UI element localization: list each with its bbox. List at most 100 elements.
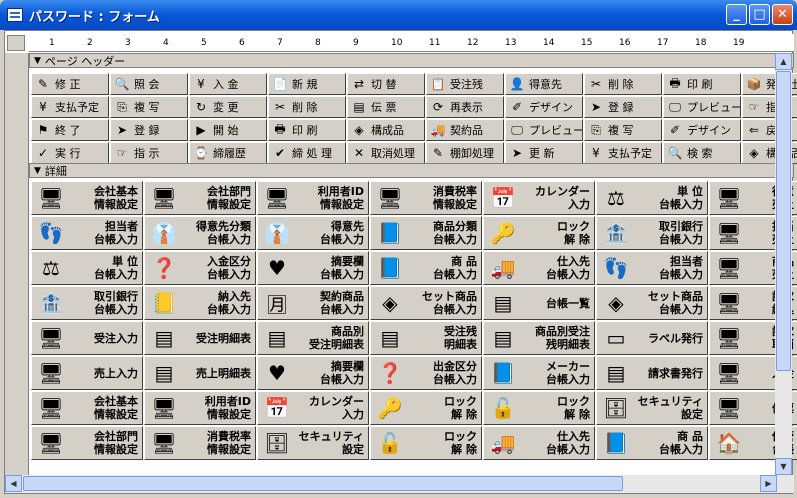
header-button[interactable]: 📋 受注残 <box>426 73 504 95</box>
menu-tile[interactable]: 🗄 セキュリティ 設定 <box>257 426 369 460</box>
menu-tile[interactable]: ▤ 売上明細表 <box>144 356 256 390</box>
menu-tile[interactable]: 📘 商品分類 台帳入力 <box>370 216 482 250</box>
menu-tile[interactable]: 🗄 セキュリティ 設定 <box>596 391 708 425</box>
menu-tile[interactable]: 📘 メーカー 台帳入力 <box>483 356 595 390</box>
menu-tile[interactable]: ▤ 請求書発行 <box>596 356 708 390</box>
header-button[interactable]: ↻ 変 更 <box>189 96 267 118</box>
menu-tile[interactable]: ♥ 摘要欄 台帳入力 <box>257 251 369 285</box>
header-button[interactable]: 🖵 プレビュー <box>505 119 583 141</box>
menu-tile[interactable]: 📒 納入先 台帳入力 <box>144 286 256 320</box>
minimize-button[interactable]: _ <box>726 4 747 25</box>
menu-tile[interactable]: 👣 担当者 台帳入力 <box>596 251 708 285</box>
menu-tile[interactable]: ⚖ 単 位 台帳入力 <box>596 181 708 215</box>
menu-tile[interactable]: 🖥 消費税率 情報設定 <box>144 426 256 460</box>
menu-tile[interactable]: ▤ 商品別 受注明細表 <box>257 321 369 355</box>
menu-tile[interactable]: 👔 得意先分類 台帳入力 <box>144 216 256 250</box>
header-button[interactable]: 🖵 プレビュー <box>663 96 741 118</box>
header-button[interactable]: ✎ 棚卸処理 <box>426 142 504 164</box>
menu-tile[interactable]: 🚚 仕入先 台帳入力 <box>483 426 595 460</box>
header-button[interactable]: ▤ 伝 票 <box>347 96 425 118</box>
menu-tile[interactable]: ❓ 出金区分 台帳入力 <box>370 356 482 390</box>
menu-tile[interactable]: 📅 カレンダー 入力 <box>257 391 369 425</box>
menu-tile[interactable]: ◈ セット商品 台帳入力 <box>596 286 708 320</box>
header-button[interactable]: ¥ 入 金 <box>189 73 267 95</box>
menu-tile[interactable]: ▤ 受注残 明細表 <box>370 321 482 355</box>
form-selector[interactable] <box>7 35 25 51</box>
header-button[interactable]: 📄 新 規 <box>268 73 346 95</box>
header-button[interactable]: 🖶 印 刷 <box>663 73 741 95</box>
scroll-left-button[interactable]: ◀ <box>5 475 22 492</box>
menu-tile[interactable]: ◈ セット商品 台帳入力 <box>370 286 482 320</box>
page-header-section[interactable]: ▼ ページ ヘッダー <box>29 53 794 68</box>
header-button[interactable]: ⟳ 再表示 <box>426 96 504 118</box>
header-button[interactable]: ◈ 構成品 <box>347 119 425 141</box>
header-button[interactable]: 🔍 検 索 <box>663 142 741 164</box>
header-button[interactable]: 👤 得意先 <box>505 73 583 95</box>
title-bar[interactable]: パスワード : フォーム _ □ ✕ <box>0 0 797 30</box>
menu-tile[interactable]: ▤ 台帳一覧 <box>483 286 595 320</box>
menu-tile[interactable]: 📘 商 品 台帳入力 <box>370 251 482 285</box>
header-button[interactable]: ➤ 登 録 <box>110 119 188 141</box>
header-button[interactable]: ☞ 指 示 <box>110 142 188 164</box>
header-button[interactable]: ⇄ 切 替 <box>347 73 425 95</box>
header-button[interactable]: ▶ 開 始 <box>189 119 267 141</box>
header-button[interactable]: ✔ 締 処 理 <box>268 142 346 164</box>
scroll-down-button[interactable]: ▼ <box>775 458 792 475</box>
menu-tile[interactable]: 🚚 仕入先 台帳入力 <box>483 251 595 285</box>
menu-tile[interactable]: 🏦 取引銀行 台帳入力 <box>31 286 143 320</box>
menu-tile[interactable]: 🖥 消費税率 情報設定 <box>370 181 482 215</box>
header-button[interactable]: ✎ 修 正 <box>31 73 109 95</box>
header-button[interactable]: ⌚ 締履歴 <box>189 142 267 164</box>
header-button[interactable]: 🚚 契約品 <box>426 119 504 141</box>
close-button[interactable]: ✕ <box>772 4 793 25</box>
menu-tile[interactable]: 📅 カレンダー 入力 <box>483 181 595 215</box>
menu-tile[interactable]: 🖥 会社部門 情報設定 <box>31 426 143 460</box>
menu-tile[interactable]: 🏦 取引銀行 台帳入力 <box>596 216 708 250</box>
menu-tile[interactable]: 🈷 契約商品 台帳入力 <box>257 286 369 320</box>
menu-tile[interactable]: ♥ 摘要欄 台帳入力 <box>257 356 369 390</box>
horizontal-scroll-thumb[interactable] <box>23 476 623 491</box>
header-button[interactable]: ¥ 支払予定 <box>584 142 662 164</box>
detail-section[interactable]: ▼ 詳細 <box>29 163 794 178</box>
menu-tile[interactable]: ▤ 商品別受注 残明細表 <box>483 321 595 355</box>
header-button[interactable]: ➤ 登 録 <box>584 96 662 118</box>
header-button[interactable]: ⎘ 複 写 <box>584 119 662 141</box>
menu-tile[interactable]: 🔓 ロック 解 除 <box>483 391 595 425</box>
header-button[interactable]: ⚑ 終 了 <box>31 119 109 141</box>
header-button[interactable]: ✂ 削 除 <box>268 96 346 118</box>
scroll-right-button[interactable]: ▶ <box>760 475 777 492</box>
vertical-scrollbar[interactable]: ▲ ▼ <box>775 53 792 475</box>
menu-tile[interactable]: 🖥 利用者ID 情報設定 <box>144 391 256 425</box>
menu-tile[interactable]: 🖥 会社部門 情報設定 <box>144 181 256 215</box>
header-button[interactable]: ✐ デザイン <box>663 119 741 141</box>
header-button[interactable]: 🖶 印 刷 <box>268 119 346 141</box>
menu-tile[interactable]: 🔑 ロック 解 除 <box>370 391 482 425</box>
menu-tile[interactable]: 🖥 利用者ID 情報設定 <box>257 181 369 215</box>
menu-tile[interactable]: ▭ ラベル発行 <box>596 321 708 355</box>
horizontal-scrollbar[interactable]: ◀ ▶ <box>5 475 794 493</box>
menu-tile[interactable]: 🔑 ロック 解 除 <box>483 216 595 250</box>
header-button[interactable]: ✐ デザイン <box>505 96 583 118</box>
menu-tile[interactable]: 🖥 受注入力 <box>31 321 143 355</box>
scroll-up-button[interactable]: ▲ <box>775 53 792 70</box>
header-button[interactable]: ✂ 削 除 <box>584 73 662 95</box>
menu-tile[interactable]: 🖥 売上入力 <box>31 356 143 390</box>
menu-tile[interactable]: 🔓 ロック 解 除 <box>370 426 482 460</box>
menu-tile[interactable]: 🖥 会社基本 情報設定 <box>31 391 143 425</box>
header-button[interactable]: ✕ 取消処理 <box>347 142 425 164</box>
menu-tile[interactable]: 👣 担当者 台帳入力 <box>31 216 143 250</box>
header-button[interactable]: ¥ 支払予定 <box>31 96 109 118</box>
header-button[interactable]: ✓ 実 行 <box>31 142 109 164</box>
header-button[interactable]: ➤ 更 新 <box>505 142 583 164</box>
tile-icon: 👔 <box>264 221 290 245</box>
maximize-button[interactable]: □ <box>749 4 770 25</box>
menu-tile[interactable]: 👔 得意先 台帳入力 <box>257 216 369 250</box>
header-button[interactable]: 🔍 照 会 <box>110 73 188 95</box>
menu-tile[interactable]: ▤ 受注明細表 <box>144 321 256 355</box>
menu-tile[interactable]: ⚖ 単 位 台帳入力 <box>31 251 143 285</box>
menu-tile[interactable]: 📘 商 品 台帳入力 <box>596 426 708 460</box>
vertical-scroll-thumb[interactable] <box>776 71 791 371</box>
menu-tile[interactable]: 🖥 会社基本 情報設定 <box>31 181 143 215</box>
header-button[interactable]: ⎘ 複 写 <box>110 96 188 118</box>
menu-tile[interactable]: ❓ 入金区分 台帳入力 <box>144 251 256 285</box>
